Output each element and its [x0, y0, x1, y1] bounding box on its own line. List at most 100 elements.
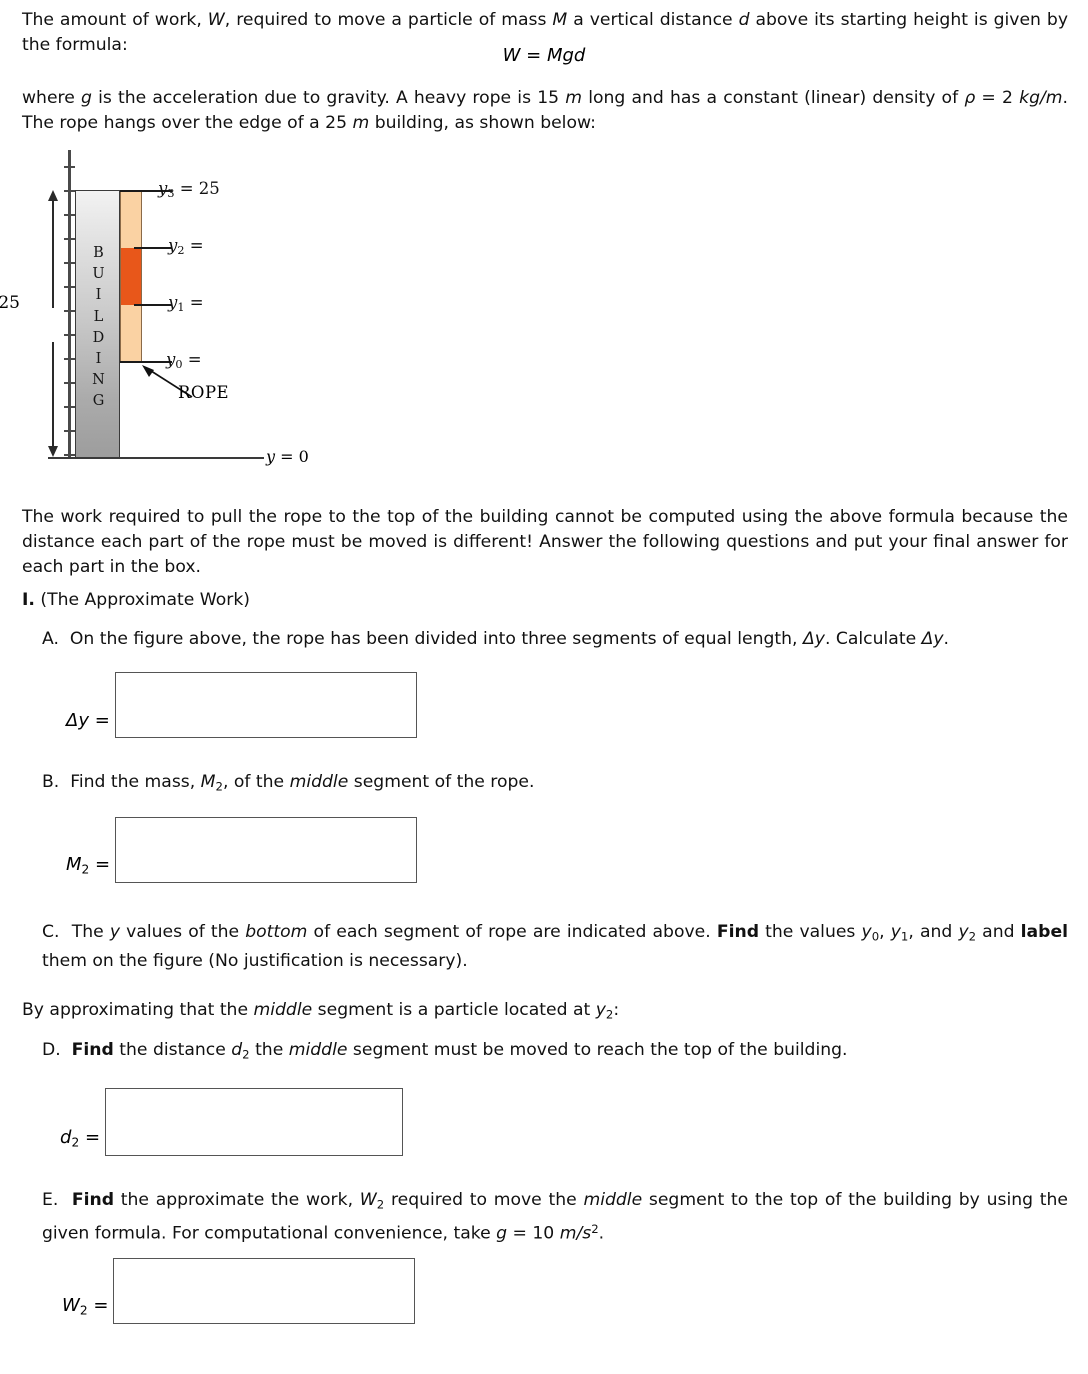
part-C-body-1: The	[71, 922, 110, 942]
symbol-y-C: y	[109, 922, 121, 942]
y2-tick-mark	[134, 247, 172, 250]
symbol-d: d	[738, 10, 750, 30]
ground-line	[48, 457, 264, 459]
symbol-M2: M	[200, 772, 216, 792]
intro-text-1: The amount of work,	[22, 10, 208, 30]
ground-y-zero-label: y = 0	[266, 447, 309, 466]
part-C-body-5: ,	[879, 922, 891, 942]
building-rect: B U I L D I N G	[75, 190, 120, 458]
symbol-g-E: g	[496, 1223, 508, 1244]
unit-exponent: 2	[591, 1222, 599, 1237]
answer-box-B[interactable]	[115, 817, 418, 883]
approx-text-1: By approximating that the	[22, 1000, 254, 1020]
symbol-d2-D: d	[231, 1040, 243, 1060]
building-letter: L	[93, 308, 104, 325]
intro2-text-2: is the acceleration due to gravity. A he…	[91, 88, 566, 108]
intro2-text-6: building, as shown below:	[369, 113, 596, 133]
symbol-y2-C-sub: 2	[968, 929, 977, 944]
part-B-body-3: segment of the rope.	[348, 772, 535, 792]
part-E-body-4: = 10	[507, 1223, 560, 1244]
part-B-body-2: , of the	[222, 772, 290, 792]
ruler-tick	[64, 406, 75, 408]
dimension-line-upper	[52, 198, 54, 308]
section-I-heading: I. (The Approximate Work)	[22, 588, 722, 613]
bold-label-C: label	[1020, 922, 1068, 942]
answer-box-D-wrap: d2 =	[60, 1088, 404, 1156]
part-C-letter: C.	[42, 922, 60, 942]
answer-D-equals: =	[79, 1126, 101, 1148]
building-height-value: 25	[0, 293, 20, 313]
symbol-M2-sub: 2	[215, 779, 223, 794]
building-letter: I	[95, 351, 102, 368]
answer-E-equals: =	[87, 1294, 109, 1316]
answer-E-symbol: W	[62, 1294, 80, 1316]
building-label: B U I L D I N G	[76, 243, 121, 413]
ruler-tick	[64, 190, 75, 192]
part-D-body-3: segment must be moved to reach the top o…	[347, 1040, 848, 1060]
answer-box-D[interactable]	[105, 1088, 404, 1156]
intro2-text-3: long and has a constant (linear) density…	[582, 88, 965, 108]
explanation-paragraph: The work required to pull the rope to th…	[22, 505, 1068, 580]
y3-label: y3 = 25	[158, 179, 220, 200]
building-letter: B	[93, 245, 104, 261]
part-A-body-3: .	[943, 629, 950, 649]
answer-A-symbol: Δy	[66, 710, 89, 731]
answer-A-label: Δy =	[66, 710, 115, 738]
section-I-number: I.	[22, 590, 35, 610]
worksheet-page: The amount of work, W, required to move …	[0, 0, 1088, 1374]
y1-symbol: y	[168, 293, 178, 312]
y3-symbol: y	[158, 179, 168, 198]
part-C-body-4: the values	[759, 922, 862, 942]
symbol-rho: ρ	[964, 88, 976, 108]
formula-work: W = Mgd	[0, 45, 1088, 66]
y2-symbol: y	[168, 236, 178, 255]
building-letter: I	[95, 287, 102, 304]
part-C-body-7: and	[976, 922, 1021, 942]
building-letter: D	[92, 329, 105, 346]
part-B-letter: B.	[42, 772, 60, 792]
ruler-tick	[64, 358, 75, 360]
answer-box-A-wrap: Δy =	[66, 672, 417, 738]
answer-box-E[interactable]	[113, 1258, 416, 1324]
symbol-y1-C: y	[890, 922, 901, 942]
symbol-W: W	[207, 10, 225, 30]
rope-segment-top	[121, 191, 141, 248]
symbol-d2-D-sub: 2	[242, 1047, 250, 1062]
part-D-body-1: the distance	[113, 1040, 232, 1060]
approx-text-2: segment is a particle located at	[312, 1000, 596, 1020]
y1-label: y1 =	[168, 293, 204, 314]
ruler-tick	[64, 214, 75, 216]
building-rope-figure: 25 B U I L D I N G y3 = 25 y2 = y1 = y0 …	[0, 140, 520, 480]
part-C-text: C. The y values of the bottom of each se…	[42, 920, 1068, 974]
answer-E-label: W2 =	[62, 1295, 113, 1324]
part-A-body-1: On the figure above, the rope has been d…	[69, 629, 803, 649]
emphasis-middle-B: middle	[289, 772, 349, 792]
part-C-body-8: them on the figure (No justification is …	[42, 951, 468, 972]
answer-E-subscript: 2	[79, 1303, 88, 1317]
symbol-delta-y: Δy	[803, 629, 825, 649]
unit-m-1: m	[565, 88, 583, 108]
ruler-tick	[64, 238, 75, 240]
part-C-body-2: values of the	[120, 922, 246, 942]
answer-box-A[interactable]	[114, 672, 417, 738]
building-letter: G	[92, 393, 105, 410]
answer-B-equals: =	[89, 853, 111, 875]
symbol-y2-C: y	[958, 922, 969, 942]
building-letter: N	[92, 372, 105, 389]
answer-box-E-wrap: W2 =	[62, 1258, 416, 1324]
building-letter: U	[92, 266, 105, 283]
bold-find-C: Find	[716, 922, 759, 942]
rope-segment-middle	[121, 248, 141, 305]
part-D-body-2: the	[249, 1040, 289, 1060]
emphasis-bottom-C: bottom	[245, 922, 308, 942]
answer-A-equals: =	[88, 710, 110, 731]
part-C-body-3: of each segment of rope are indicated ab…	[307, 922, 717, 942]
part-E-text: E. Find the approximate the work, W 2 req…	[42, 1188, 1068, 1247]
y1-equals: =	[184, 293, 204, 312]
rope-callout-label: ROPE	[178, 383, 230, 402]
vertical-ruler-axis	[68, 150, 71, 458]
part-A-text: A. On the figure above, the rope has bee…	[42, 627, 1068, 652]
unit-m-2: m	[352, 113, 370, 133]
answer-box-B-wrap: M2 =	[66, 817, 418, 883]
explanation-text: The work required to pull the rope to th…	[22, 507, 1068, 577]
